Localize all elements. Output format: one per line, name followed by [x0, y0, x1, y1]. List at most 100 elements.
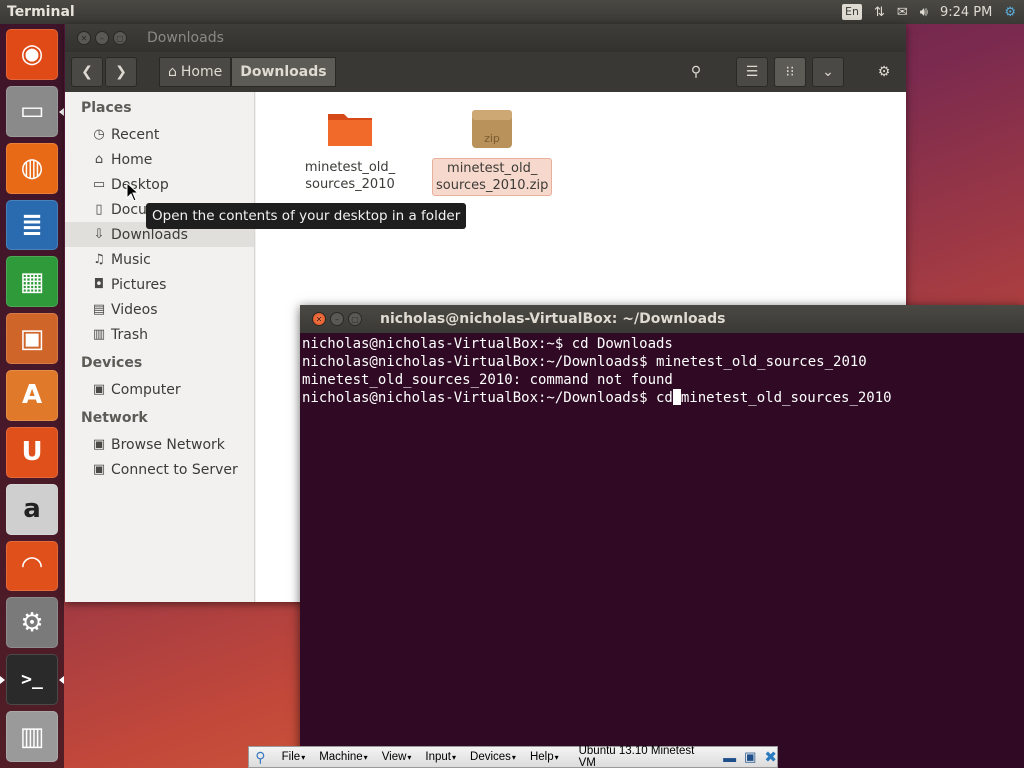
computer-icon: ▣ [92, 382, 106, 397]
terminal-line: nicholas@nicholas-VirtualBox:~/Downloads… [302, 354, 867, 370]
sidebar-item-label: Trash [111, 326, 148, 343]
connect-to-server-icon: ▣ [92, 462, 106, 477]
trash-icon: ▥ [92, 327, 106, 342]
launcher-item-amazon[interactable]: a [6, 483, 58, 535]
file-manager-sidebar: Places ◷ Recent ⌂ Home ▭ Desktop ▯ Docu ⇩ Download… [65, 92, 255, 602]
pin-icon[interactable]: ⚲ [249, 749, 272, 766]
zip-file-item[interactable]: zip minetest_old_ sources_2010.zip [432, 106, 553, 196]
music-icon: ♫ [93, 252, 105, 267]
sidebar-item-trash[interactable]: ▥ Trash [65, 322, 254, 347]
close-button[interactable]: ✕ [77, 31, 91, 45]
folder-item[interactable]: minetest_old_ sources_2010 [290, 106, 410, 194]
search-icon[interactable]: ⚲ [680, 57, 712, 87]
active-app-title: Terminal [7, 4, 75, 20]
file-manager-toolbar: ❮ ❯ ⌂ Home Downloads ⚲ ☰ ⁝⁝ ⌄ ⚙ [65, 52, 906, 92]
ubuntu-one-icon: U [21, 437, 43, 468]
home-icon: ⌂ [94, 152, 104, 167]
file-manager-titlebar[interactable]: ✕ – ▢ Downloads [65, 24, 906, 52]
clock[interactable]: 9:24 PM [940, 5, 992, 20]
close-vm-icon[interactable]: ✖ [764, 748, 777, 766]
vbox-menu-input[interactable]: Input [425, 751, 456, 763]
terminal-output[interactable]: nicholas@nicholas-VirtualBox:~$ cd Downl… [300, 333, 1024, 409]
list-view-icon[interactable]: ☰ [736, 57, 768, 87]
maximize-button[interactable]: ▢ [348, 312, 362, 326]
launcher-item-software-center[interactable]: A [6, 370, 58, 421]
sidebar-item-label: Videos [111, 301, 158, 318]
files-icon: ▭ [19, 96, 45, 127]
text-cursor [672, 389, 681, 405]
folder-icon [328, 114, 372, 146]
sidebar-item-connect-to-server[interactable]: ▣ Connect to Server [65, 457, 254, 482]
maximize-button[interactable]: ▢ [113, 31, 127, 45]
terminal-titlebar[interactable]: ✕ – ▢ nicholas@nicholas-VirtualBox: ~/Do… [300, 305, 1024, 333]
sidebar-item-pictures[interactable]: ◘ Pictures [65, 272, 254, 297]
sidebar-item-computer[interactable]: ▣ Computer [65, 377, 254, 402]
vbox-menu-machine[interactable]: Machine [319, 751, 367, 763]
breadcrumb-downloads[interactable]: Downloads [231, 57, 336, 87]
libreoffice-writer-icon: ≣ [21, 209, 43, 240]
grid-view-icon[interactable]: ⁝⁝ [774, 57, 806, 87]
indicator-area: En ⇅ ✉ 🔊︎ 9:24 PM ⚙ [842, 4, 1024, 20]
volume-icon[interactable]: 🔊︎ [920, 5, 928, 20]
breadcrumb-home[interactable]: ⌂ Home [159, 57, 232, 87]
videos-icon: ▤ [92, 302, 106, 317]
sidebar-item-label: Music [111, 251, 151, 268]
back-button[interactable]: ❮ [71, 57, 103, 87]
launcher-item-libreoffice-calc[interactable]: ▦ [6, 256, 58, 308]
sidebar-item-browse-network[interactable]: ▣ Browse Network [65, 432, 254, 457]
restore-icon[interactable]: ▬ [723, 750, 736, 765]
libreoffice-impress-icon: ▣ [19, 323, 45, 354]
terminal-title: nicholas@nicholas-VirtualBox: ~/Download… [380, 311, 726, 327]
toolbar-actions: ⚲ ☰ ⁝⁝ ⌄ ⚙ [680, 57, 900, 87]
pictures-icon: ◘ [93, 277, 105, 292]
sidebar-item-label: Browse Network [111, 436, 225, 453]
vm-name: Ubuntu 13.10 Minetest VM [578, 745, 695, 768]
file-label: minetest_old_ sources_2010 [304, 160, 396, 192]
launcher-item-system-settings[interactable]: ⚙ [6, 597, 58, 649]
vbox-menu-help[interactable]: Help [530, 751, 559, 763]
launcher-item-files[interactable]: ▭ [6, 85, 64, 137]
vbox-menu-view[interactable]: View [382, 751, 412, 763]
terminal-prompt: nicholas@nicholas-VirtualBox:~/Downloads… [302, 390, 673, 406]
devices-header: Devices [81, 355, 143, 371]
sidebar-item-recent[interactable]: ◷ Recent [65, 122, 254, 147]
launcher-item-libreoffice-writer[interactable]: ≣ [6, 199, 58, 251]
sidebar-item-videos[interactable]: ▤ Videos [65, 297, 254, 322]
sidebar-item-home[interactable]: ⌂ Home [65, 147, 254, 172]
vbox-menu-devices[interactable]: Devices [470, 751, 516, 763]
terminal-window: ✕ – ▢ nicholas@nicholas-VirtualBox: ~/Do… [300, 305, 1024, 768]
minimize-button[interactable]: – [95, 31, 109, 45]
virtualbox-status-bar: ⚲ File Machine View Input Devices Help Ubuntu… [248, 745, 778, 768]
launcher-item-ubuntu-one[interactable]: U [6, 426, 58, 478]
terminal-line: minetest_old_sources_2010: command not f… [302, 372, 673, 388]
minimize-button[interactable]: – [330, 312, 344, 326]
settings-gear-icon[interactable]: ⚙ [1004, 5, 1016, 20]
gear-icon[interactable]: ⚙ [868, 57, 900, 87]
sidebar-item-label: Computer [111, 381, 181, 398]
home-icon: ⌂ [168, 64, 177, 80]
zip-archive-icon: zip [472, 110, 512, 148]
sidebar-item-desktop[interactable]: ▭ Desktop [65, 172, 254, 197]
terminal-line: nicholas@nicholas-VirtualBox:~$ cd Downl… [302, 336, 673, 352]
fullscreen-icon[interactable]: ▣ [744, 749, 756, 765]
terminal-input-line[interactable]: nicholas@nicholas-VirtualBox:~/Downloads… [302, 389, 1022, 407]
sidebar-item-music[interactable]: ♫ Music [65, 247, 254, 272]
tooltip: Open the contents of your desktop in a f… [146, 203, 467, 229]
svg-text:zip: zip [484, 132, 500, 145]
launcher-item-firefox[interactable]: ◍ [6, 142, 58, 194]
mail-icon[interactable]: ✉ [897, 5, 908, 20]
keyboard-layout-indicator[interactable]: En [842, 4, 862, 20]
launcher-item-terminal[interactable]: >_ [0, 654, 64, 706]
firefox-icon: ◍ [20, 153, 44, 184]
launcher-item-ubuntu-one-music[interactable]: ◠ [6, 540, 58, 592]
vbox-menu-file[interactable]: File [282, 751, 306, 763]
launcher-item-libreoffice-impress[interactable]: ▣ [6, 313, 58, 365]
ubuntu-one-music-icon: ◠ [22, 551, 42, 582]
chevron-down-icon[interactable]: ⌄ [812, 57, 844, 87]
network-icon[interactable]: ⇅ [874, 5, 885, 20]
close-button[interactable]: ✕ [312, 312, 326, 326]
forward-button[interactable]: ❯ [105, 57, 137, 87]
launcher-item-dash-home[interactable]: ◉ [6, 29, 58, 80]
browse-network-icon: ▣ [92, 437, 106, 452]
launcher-item-trash[interactable]: ▥ [6, 711, 58, 762]
